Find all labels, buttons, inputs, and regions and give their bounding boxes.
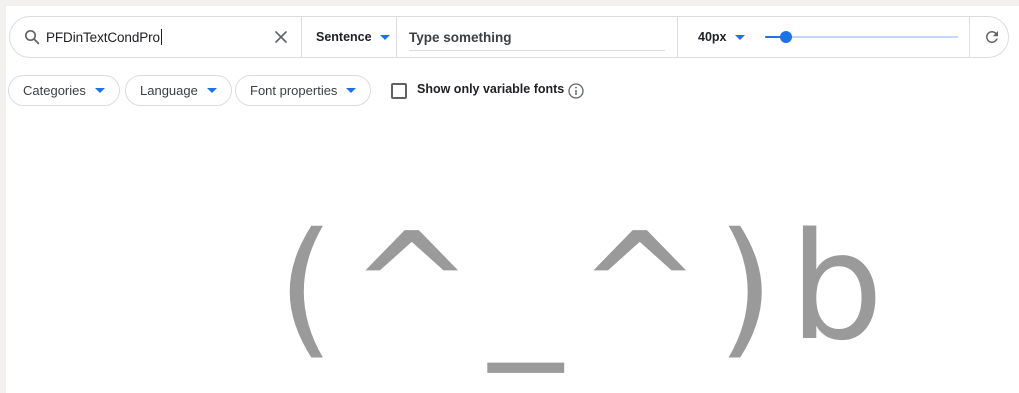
chevron-down-icon: [379, 34, 390, 40]
font-size-value: 40px: [698, 30, 727, 44]
chevron-down-icon: [346, 88, 357, 93]
toolbar-divider: [301, 17, 302, 57]
chevron-down-icon: [206, 88, 217, 93]
slider-thumb[interactable]: [780, 31, 793, 43]
toolbar-divider: [969, 17, 970, 57]
variable-fonts-label[interactable]: Show only variable fonts: [417, 82, 564, 96]
variable-fonts-checkbox[interactable]: [391, 83, 407, 99]
toolbar-divider: [396, 17, 397, 57]
categories-filter[interactable]: Categories: [8, 75, 120, 106]
reset-button[interactable]: [982, 17, 1002, 57]
slider-track: [765, 36, 958, 38]
toolbar-divider: [677, 17, 678, 57]
font-properties-filter-label: Font properties: [250, 83, 338, 98]
preview-mode-value: Sentence: [316, 30, 372, 44]
font-toolbar: PFDinTextCondPro Sentence 40px: [9, 16, 1009, 58]
clear-search-button[interactable]: [268, 17, 294, 57]
chevron-down-icon: [94, 88, 105, 93]
page: PFDinTextCondPro Sentence 40px Categorie…: [6, 6, 1019, 393]
categories-filter-label: Categories: [23, 83, 86, 98]
font-preview-text: (^_^)b: [277, 201, 899, 373]
search-icon: [22, 17, 42, 57]
search-input-value: PFDinTextCondPro: [46, 29, 160, 45]
font-properties-filter[interactable]: Font properties: [235, 75, 372, 106]
text-cursor: [160, 29, 162, 45]
preview-text-input[interactable]: [409, 24, 665, 51]
close-icon: [274, 30, 288, 44]
font-size-slider[interactable]: [765, 31, 958, 43]
font-size-select[interactable]: 40px: [698, 17, 745, 57]
refresh-icon: [985, 30, 998, 43]
preview-mode-select[interactable]: Sentence: [316, 17, 390, 57]
language-filter[interactable]: Language: [125, 75, 232, 106]
chevron-down-icon: [734, 34, 745, 40]
search-input[interactable]: PFDinTextCondPro: [46, 17, 266, 57]
info-icon[interactable]: [567, 82, 585, 100]
language-filter-label: Language: [140, 83, 198, 98]
